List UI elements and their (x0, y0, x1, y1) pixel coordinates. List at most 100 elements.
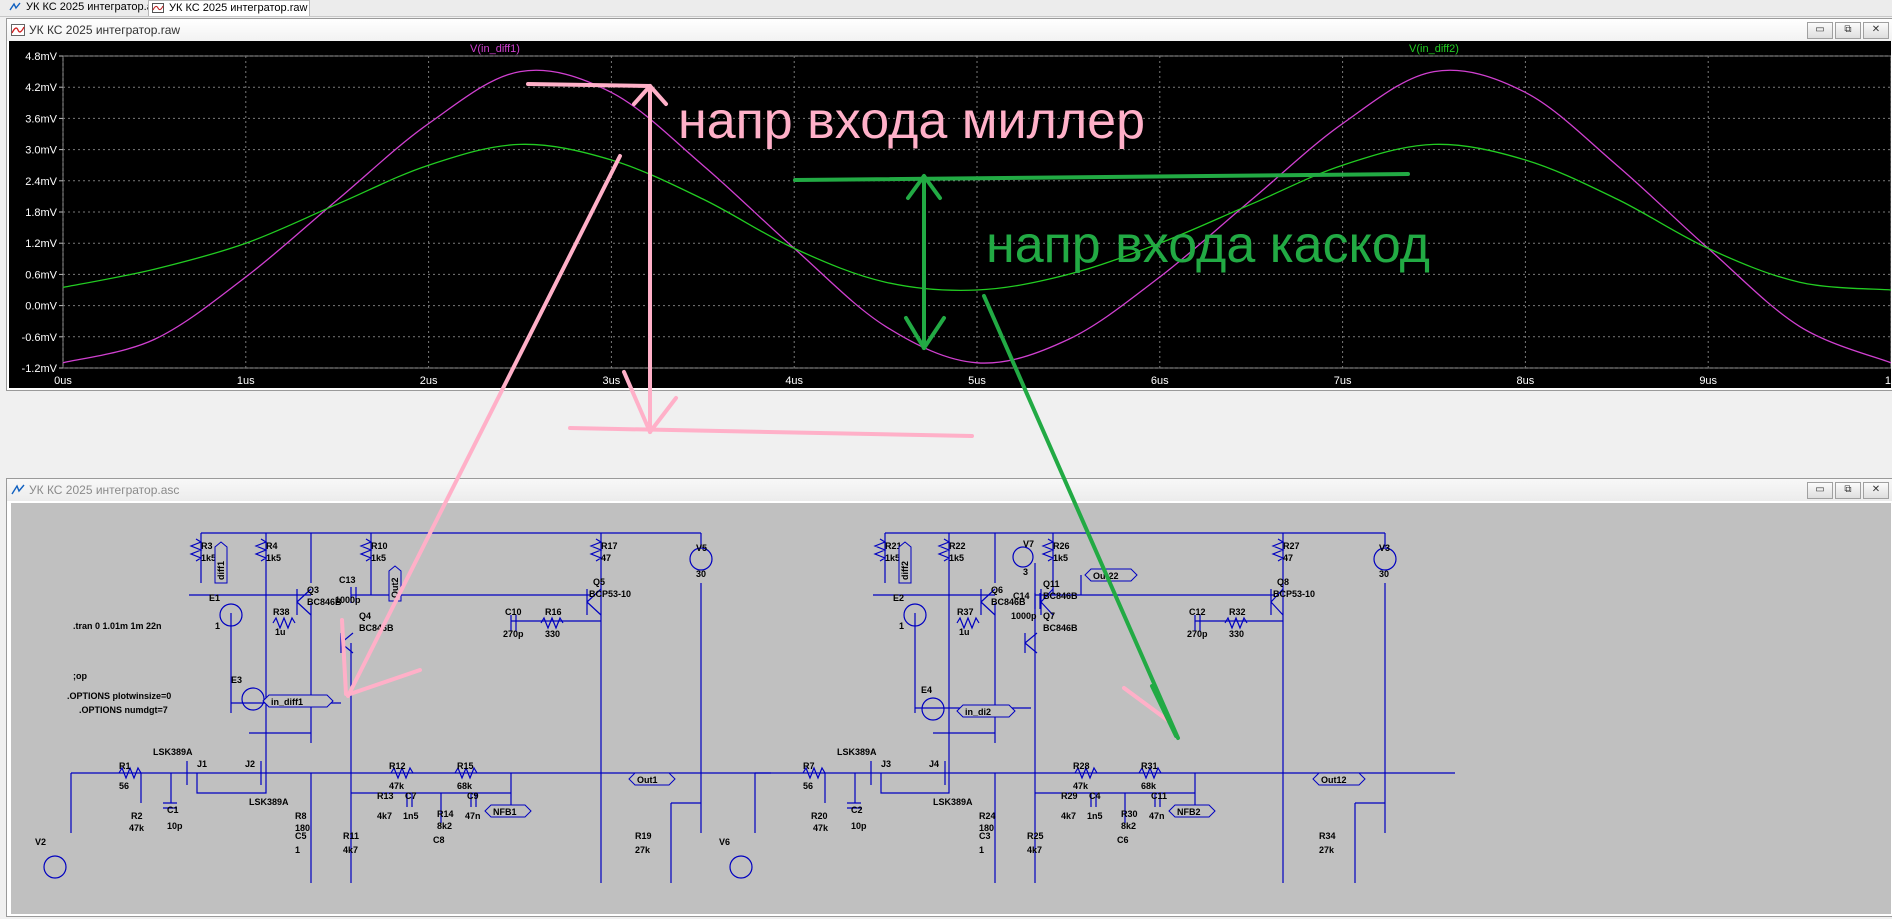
schematic-vertical-labels[interactable]: diff1 diff2 Out2 (214, 541, 912, 602)
spice-directives[interactable]: .tran 0 1.01m 1m 22n ;op .OPTIONS plotwins… (67, 621, 171, 715)
component-label: 1000p (1011, 611, 1037, 621)
component-label: 1k5 (1053, 553, 1068, 563)
component-label: LSK389A (249, 797, 289, 807)
y-tick-label: 4.2mV (25, 82, 57, 94)
x-tick-label: 1us (237, 375, 255, 387)
component-label: R15 (457, 761, 474, 771)
component-label: 27k (1319, 845, 1335, 855)
tab-waveform-label: УК КС 2025 интегратор.raw (169, 2, 308, 14)
component-label: 1k5 (266, 553, 281, 563)
spice-directive[interactable]: .OPTIONS plotwinsize=0 (67, 691, 171, 701)
spice-directive[interactable]: .tran 0 1.01m 1m 22n (73, 621, 162, 631)
component-label: R11 (343, 831, 359, 841)
vertical-net-label[interactable]: diff2 (898, 541, 912, 584)
spice-directive[interactable]: ;op (73, 671, 87, 681)
schematic-window-controls: ▭ ⧉ ✕ (1805, 482, 1889, 499)
component-label: 330 (1229, 629, 1244, 639)
component-label: J2 (245, 759, 255, 769)
component-label: 1n5 (1087, 811, 1103, 821)
net-label[interactable]: Out22 (1093, 571, 1119, 581)
net-label[interactable]: Out12 (1321, 775, 1347, 785)
schematic-drawing[interactable]: R31k5R41k5R101k5R1747V530Q3BC846BC131000… (11, 503, 1891, 914)
net-label[interactable]: NFB1 (493, 807, 517, 817)
component-label: 270p (1187, 629, 1208, 639)
component-label: R13 (377, 791, 394, 801)
component-label: Q8 (1277, 577, 1289, 587)
x-tick-label: 9us (1699, 375, 1717, 387)
vertical-net-label[interactable]: Out2 (388, 565, 402, 602)
tab-waveform[interactable]: УК КС 2025 интегратор.raw (148, 0, 310, 16)
close-button[interactable]: ✕ (1863, 482, 1889, 499)
component-label: C4 (1089, 791, 1101, 801)
component-label: R37 (957, 607, 974, 617)
restore-button[interactable]: ⧉ (1835, 482, 1861, 499)
component-label: 68k (457, 781, 473, 791)
component-label: 330 (545, 629, 560, 639)
component-label: Q3 (307, 585, 319, 595)
component-label: R2 (131, 811, 143, 821)
schematic-canvas[interactable]: R3 1k5 R4 1k5 R10 1k5 R17 47 V5 30 Q3 BC846B C13 1000… (11, 503, 1891, 914)
component-label: C11 (1151, 791, 1167, 801)
schematic-titlebar[interactable]: УК КС 2025 интегратор.asc ▭ ⧉ ✕ (7, 479, 1892, 501)
component-label: 10p (167, 821, 183, 831)
x-tick-label: 3us (603, 375, 621, 387)
component-label: R38 (273, 607, 290, 617)
trace1-legend[interactable]: V(in_diff1) (470, 43, 520, 55)
component-label: R19 (635, 831, 652, 841)
x-tick-label: 8us (1517, 375, 1535, 387)
x-tick-label: 5us (968, 375, 986, 387)
y-axis-ticks: 4.8mV 4.2mV 3.6mV 3.0mV 2.4mV 1.8mV 1.2mV 0.6mV… (22, 51, 63, 375)
component-label: R17 (601, 541, 618, 551)
net-label[interactable]: in_diff1 (271, 697, 303, 707)
net-label[interactable]: Out2 (390, 577, 400, 598)
component-label: R16 (545, 607, 562, 617)
minimize-button[interactable]: ▭ (1807, 482, 1833, 499)
spice-directive[interactable]: .OPTIONS numdgt=7 (79, 705, 168, 715)
component-label: 1u (959, 627, 970, 637)
component-label: 1k5 (949, 553, 964, 563)
waveform-icon (11, 24, 25, 36)
component-label: Q11 (1043, 579, 1060, 589)
trace2-legend[interactable]: V(in_diff2) (1409, 43, 1459, 55)
component-label: C7 (405, 791, 417, 801)
component-label: J1 (197, 759, 207, 769)
y-tick-label: 1.2mV (25, 238, 57, 250)
vertical-net-label[interactable]: diff1 (214, 541, 228, 584)
component-label: R10 (371, 541, 388, 551)
component-label: 4k7 (1027, 845, 1042, 855)
component-label: 1 (899, 621, 904, 631)
net-label[interactable]: in_di2 (965, 707, 991, 717)
component-label: R20 (811, 811, 828, 821)
net-label[interactable]: NFB2 (1177, 807, 1201, 817)
component-label: 8k2 (437, 821, 452, 831)
component-label: 4k7 (377, 811, 392, 821)
waveform-titlebar[interactable]: УК КС 2025 интегратор.raw ▭ ⧉ ✕ (7, 19, 1892, 41)
waveform-plot[interactable]: 4.8mV 4.2mV 3.6mV 3.0mV 2.4mV 1.8mV 1.2mV 0.6mV… (9, 41, 1892, 388)
component-label: R27 (1283, 541, 1300, 551)
component-label: J3 (881, 759, 891, 769)
component-label: C12 (1189, 607, 1206, 617)
waveform-icon (152, 3, 164, 13)
component-label: 1 (295, 845, 300, 855)
y-tick-label: 2.4mV (25, 176, 57, 188)
component-label: 4k7 (1061, 811, 1076, 821)
net-label[interactable]: diff2 (900, 561, 910, 580)
component-label: Q7 (1043, 611, 1055, 621)
minimize-button[interactable]: ▭ (1807, 22, 1833, 39)
document-tab-bar: УК КС 2025 интегратор.asc УК КС 2025 инт… (0, 0, 1892, 17)
component-label: C3 (979, 831, 991, 841)
component-label: 1000p (335, 595, 361, 605)
net-label[interactable]: Out1 (637, 775, 658, 785)
y-tick-label: 3.0mV (25, 145, 57, 157)
component-label: E4 (921, 685, 932, 695)
close-button[interactable]: ✕ (1863, 22, 1889, 39)
component-label: 30 (1379, 569, 1389, 579)
y-tick-label: 1.8mV (25, 207, 57, 219)
plot-area[interactable]: 4.8mV 4.2mV 3.6mV 3.0mV 2.4mV 1.8mV 1.2mV 0.6mV… (9, 41, 1892, 388)
tab-schematic[interactable]: УК КС 2025 интегратор.asc (6, 0, 164, 15)
component-label: 10p (851, 821, 867, 831)
component-label: 4k7 (343, 845, 358, 855)
component-label: LSK389A (933, 797, 973, 807)
restore-button[interactable]: ⧉ (1835, 22, 1861, 39)
net-label[interactable]: diff1 (216, 561, 226, 580)
